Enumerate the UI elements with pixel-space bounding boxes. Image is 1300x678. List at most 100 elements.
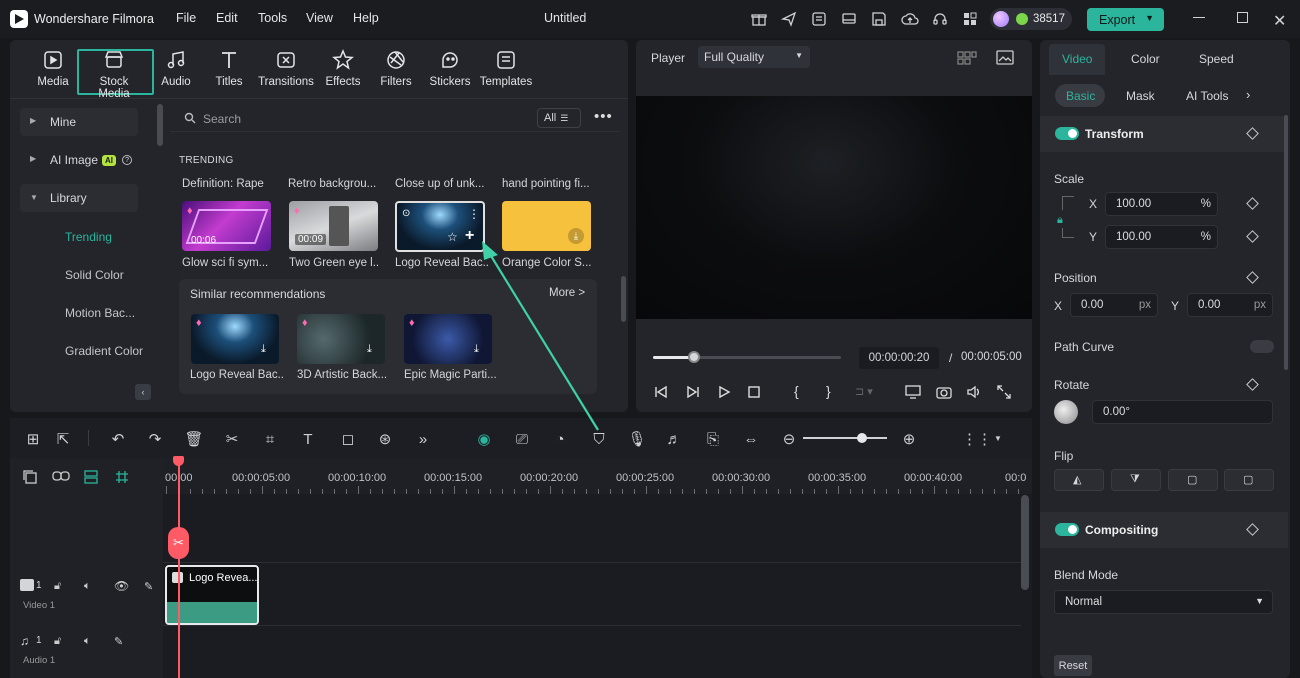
previous-frame-icon[interactable] <box>654 385 668 399</box>
tab-speed[interactable]: Speed <box>1199 52 1234 66</box>
library-solid-color[interactable]: Solid Color <box>65 268 124 282</box>
avatar[interactable] <box>993 11 1009 27</box>
flip-horizontal-button[interactable]: ◭ <box>1054 469 1104 491</box>
zoom-in-icon[interactable]: ⊕ <box>898 428 920 450</box>
snap-icon[interactable] <box>114 469 130 485</box>
microphone-icon[interactable]: 🎙︎ <box>626 428 648 450</box>
tab-filters[interactable]: Filters <box>366 48 426 88</box>
more-options-icon[interactable]: ••• <box>594 108 613 125</box>
menu-tools[interactable]: Tools <box>258 11 287 25</box>
properties-scrollbar[interactable] <box>1284 115 1288 370</box>
compositing-toggle[interactable] <box>1055 523 1079 536</box>
more-vertical-icon[interactable]: ⋮ <box>468 207 480 221</box>
tab-transitions[interactable]: Transitions <box>256 48 316 88</box>
subtab-ai-tools[interactable]: AI Tools <box>1186 89 1228 103</box>
rotate-left-button[interactable]: ▢ <box>1168 469 1218 491</box>
clip-settings-icon[interactable]: ⎘ <box>702 428 724 450</box>
send-icon[interactable] <box>781 11 797 27</box>
subtab-mask[interactable]: Mask <box>1126 89 1155 103</box>
document-icon[interactable] <box>811 11 827 27</box>
media-thumbnail[interactable]: ♦ 00:06 <box>182 201 271 251</box>
split-icon[interactable]: ✂ <box>168 527 189 559</box>
music-edit-icon[interactable]: ♬ <box>663 428 685 450</box>
path-curve-toggle[interactable] <box>1250 340 1274 353</box>
more-tools-icon[interactable]: » <box>412 428 434 450</box>
zoom-slider-handle[interactable] <box>856 433 867 443</box>
position-y-field[interactable]: 0.00 px <box>1187 293 1273 317</box>
track-layout-icon[interactable]: ⋮⋮ <box>962 428 992 450</box>
sidebar-item-library[interactable]: ▼ Library <box>20 184 138 212</box>
lock-icon[interactable]: 🔓︎ <box>54 580 61 593</box>
reset-button[interactable]: Reset <box>1054 655 1092 676</box>
quality-dropdown[interactable]: Full Quality ▼ <box>698 46 810 68</box>
fullscreen-icon[interactable] <box>997 385 1011 399</box>
add-track-icon[interactable] <box>22 469 38 485</box>
scale-x-field[interactable]: 100.00% <box>1105 192 1218 216</box>
library-gradient-color[interactable]: Gradient Color <box>65 344 143 358</box>
cloud-upload-icon[interactable] <box>901 11 919 27</box>
help-icon[interactable]: ? <box>122 155 133 165</box>
undo-icon[interactable]: ↶ <box>107 428 129 450</box>
menu-view[interactable]: View <box>306 11 333 25</box>
speaker-icon[interactable]: 🔈︎ <box>84 635 91 648</box>
tab-color[interactable]: Color <box>1131 52 1160 66</box>
image-icon[interactable] <box>996 50 1014 65</box>
marker-icon[interactable]: ⊐ ▾ <box>855 385 873 398</box>
stop-icon[interactable] <box>747 385 761 399</box>
mark-in-icon[interactable]: { <box>794 383 799 399</box>
cut-icon[interactable]: ✂ <box>221 428 243 450</box>
favorite-icon[interactable]: ☆ <box>447 230 458 244</box>
shape-icon[interactable]: ◻ <box>337 428 359 450</box>
snapshot-icon[interactable] <box>936 385 952 399</box>
tab-stickers[interactable]: Stickers <box>420 48 480 88</box>
tab-templates[interactable]: Templates <box>476 48 536 88</box>
collapse-sidebar-button[interactable]: ‹ <box>135 384 151 400</box>
delete-icon[interactable]: 🗑︎ <box>183 428 205 450</box>
lock-ratio-icon[interactable]: 🔒︎ <box>1057 214 1063 227</box>
position-x-field[interactable]: 0.00 px <box>1070 293 1158 317</box>
close-icon[interactable]: ✕ <box>1273 11 1286 31</box>
tab-audio[interactable]: Audio <box>146 48 206 88</box>
similar-thumbnail[interactable]: ♦ ⤓ <box>297 314 385 364</box>
monitor-icon[interactable] <box>841 11 857 27</box>
current-time[interactable]: 00:00:00:20 <box>859 347 939 369</box>
menu-file[interactable]: File <box>176 11 196 25</box>
timeline-scrollbar[interactable] <box>1021 495 1029 590</box>
rotate-field[interactable]: 0.00° <box>1092 400 1273 424</box>
library-motion-background[interactable]: Motion Bac... <box>65 306 135 320</box>
rotate-dial[interactable] <box>1054 400 1078 424</box>
redo-icon[interactable]: ↷ <box>144 428 166 450</box>
fit-icon[interactable]: ⇔ <box>740 428 762 450</box>
transform-toggle[interactable] <box>1055 127 1079 140</box>
search-input[interactable]: Search <box>203 112 241 126</box>
media-thumbnail[interactable]: ♦ 00:09 <box>289 201 378 251</box>
preview-icon[interactable]: ⊙ <box>402 208 410 219</box>
sidebar-item-mine[interactable]: ▶ Mine <box>20 108 138 136</box>
tab-stock-media-content[interactable]: Stock Media <box>84 48 144 100</box>
link-icon[interactable] <box>52 469 70 483</box>
track-manager-icon[interactable] <box>83 469 99 485</box>
zoom-slider[interactable] <box>803 437 887 439</box>
menu-help[interactable]: Help <box>353 11 379 25</box>
download-icon[interactable]: ⤓ <box>261 343 266 356</box>
apps-grid-icon[interactable] <box>962 11 978 27</box>
progress-track[interactable] <box>653 351 841 363</box>
crop-icon[interactable]: ⌗ <box>259 428 281 450</box>
magic-icon[interactable]: ✎ <box>144 580 153 593</box>
maximize-icon[interactable] <box>1237 12 1248 23</box>
grid-layout-icon[interactable]: ⊞ <box>22 428 44 450</box>
chevron-right-icon[interactable]: › <box>1246 87 1250 102</box>
play-icon[interactable] <box>717 385 731 399</box>
rotate-right-button[interactable]: ▢ <box>1224 469 1274 491</box>
library-trending[interactable]: Trending <box>65 230 112 244</box>
flip-vertical-button[interactable]: ⧩ <box>1111 469 1161 491</box>
media-scrollbar[interactable] <box>621 276 626 322</box>
filter-dropdown[interactable]: All ☰ <box>537 108 581 128</box>
save-icon[interactable] <box>871 11 887 27</box>
tab-titles[interactable]: Titles <box>199 48 259 88</box>
speaker-icon[interactable]: 🔈︎ <box>84 580 91 593</box>
effects-adjust-icon[interactable]: ⊛ <box>374 428 396 450</box>
minimize-icon[interactable] <box>1193 17 1205 19</box>
mark-out-icon[interactable]: } <box>826 383 831 399</box>
volume-icon[interactable] <box>966 385 982 399</box>
